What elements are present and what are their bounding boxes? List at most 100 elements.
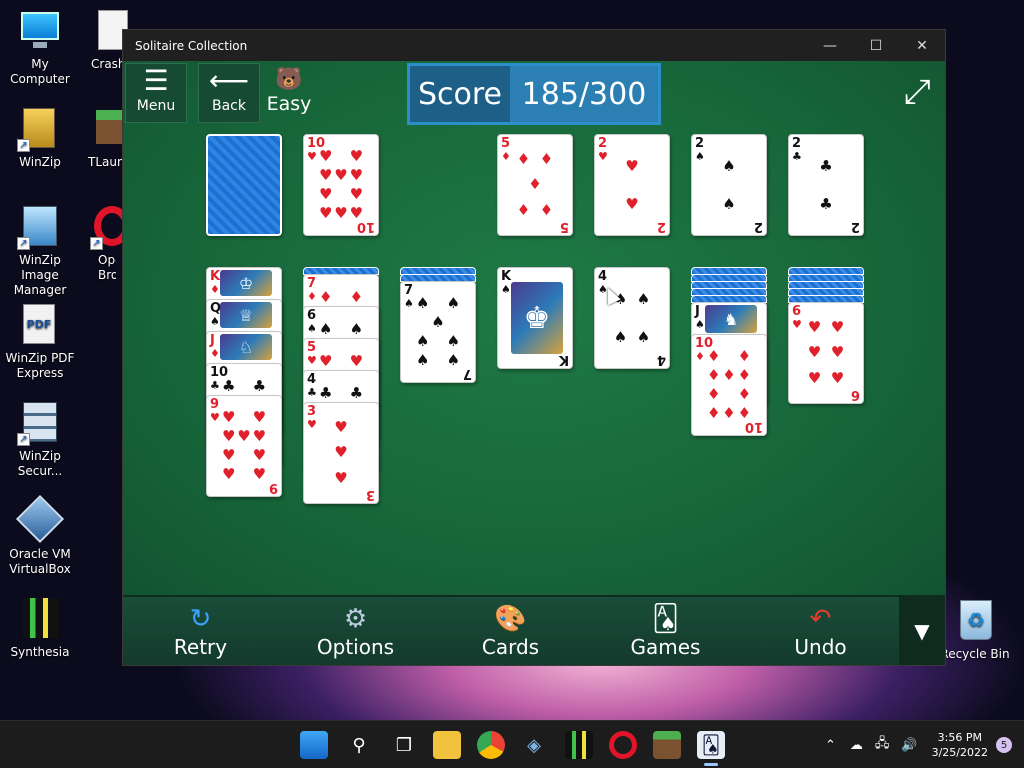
arrow-left-icon: ⟵: [208, 64, 250, 97]
notification-badge[interactable]: 5: [996, 737, 1012, 753]
waste-card[interactable]: 10 ♥ ♥ ♥ ♥ ♥ ♥ ♥ ♥ ♥ ♥ ♥ 10: [303, 134, 379, 236]
cloud-icon[interactable]: ☁: [850, 738, 863, 753]
card-rank-bottom: K: [558, 352, 569, 367]
card-pips: ♥ ♥ ♥: [334, 418, 348, 487]
card-rank-bottom: 2: [850, 219, 860, 234]
winzip-icon: ↗: [17, 106, 63, 152]
hamburger-icon: ☰: [143, 64, 169, 97]
tableau-card[interactable]: 3 ♥ ♥ ♥ ♥ 3: [303, 402, 379, 504]
desktop-icon-label: Synthesia: [10, 645, 70, 659]
desktop-icon-my-computer[interactable]: My Computer: [0, 8, 80, 87]
card-rank: 2 ♠: [695, 136, 705, 163]
king-face-icon: ♔: [220, 270, 272, 296]
gear-icon: ⚙: [343, 604, 368, 634]
tableau-card[interactable]: 10 ♦ ♦ ♦ ♦ ♦ ♦ ♦ ♦ ♦ ♦ ♦ 10: [691, 334, 767, 436]
games-button[interactable]: 🂡 Games: [588, 597, 743, 665]
fullscreen-icon[interactable]: ⤢: [904, 75, 931, 109]
undo-button[interactable]: ↶ Undo: [743, 597, 898, 665]
foundation-4[interactable]: 2 ♣ ♣ ♣ 2: [788, 134, 864, 236]
opera-taskbar-icon[interactable]: [609, 731, 637, 759]
desktop-icon-virtualbox[interactable]: Oracle VM VirtualBox: [0, 494, 80, 577]
menu-button[interactable]: ☰ Menu: [125, 63, 187, 123]
retry-label: Retry: [173, 635, 228, 659]
queen-face-icon: ♕: [220, 302, 272, 328]
desktop-icon-winzip-pdf-express[interactable]: PDF WinZip PDF Express: [0, 302, 80, 381]
cards-button[interactable]: 🎨 Cards: [433, 597, 588, 665]
desktop-icon-label: WinZip Secur...: [17, 449, 63, 478]
jack-face-icon: ♞: [705, 305, 757, 333]
recycle-bin-icon: ♻: [952, 598, 998, 644]
card-pips: ♣ ♣: [221, 376, 267, 395]
synthesia-icon: [17, 596, 63, 642]
card-pips: ♥ ♥: [318, 351, 364, 370]
card-pips: ♥ ♥ ♥ ♥ ♥ ♥: [807, 318, 845, 387]
solitaire-taskbar-icon[interactable]: 🂡: [697, 731, 725, 759]
back-button[interactable]: ⟵ Back: [198, 63, 260, 123]
clock[interactable]: 3:56 PM 3/25/2022: [932, 730, 988, 760]
score-panel: Score 185/300: [407, 63, 661, 125]
tableau-card[interactable]: 6 ♥ ♥ ♥ ♥ ♥ ♥ ♥ 6: [788, 302, 864, 404]
minecraft-taskbar-icon[interactable]: [653, 731, 681, 759]
chrome-icon[interactable]: [477, 731, 505, 759]
card-rank: 6 ♠: [307, 308, 317, 335]
card-rank: 5 ♥: [307, 340, 317, 367]
foundation-2[interactable]: 2 ♥ ♥ ♥ 2: [594, 134, 670, 236]
desktop-icon-winzip-image-manager[interactable]: ↗ WinZip Image Manager: [0, 204, 80, 298]
close-button[interactable]: ✕: [899, 30, 945, 61]
desktop-icon-label: WinZip: [19, 155, 61, 169]
task-view-icon[interactable]: ❐: [390, 731, 418, 759]
chevron-up-icon[interactable]: ⌃: [825, 738, 836, 753]
desktop-icon-winzip-secure[interactable]: ↗ WinZip Secur...: [0, 400, 80, 479]
polar-bear-icon: 🐻: [275, 67, 303, 92]
chevron-down-icon[interactable]: ▼: [899, 597, 945, 665]
card-rank: 7 ♦: [307, 276, 317, 303]
score-label: Score: [417, 76, 503, 112]
card-pips: ♠ ♠: [722, 156, 736, 213]
stock-pile[interactable]: [206, 134, 282, 236]
card-rank-bottom: 3: [365, 487, 375, 502]
card-rank: 2 ♣: [792, 136, 802, 163]
tableau-card[interactable]: K ♠ ♚ K: [497, 267, 573, 369]
card-rank-bottom: 4: [656, 352, 666, 367]
foundation-3[interactable]: 2 ♠ ♠ ♠ 2: [691, 134, 767, 236]
virtualbox-taskbar-icon[interactable]: ◈: [520, 731, 548, 759]
desktop-icon-label: WinZip Image Manager: [13, 253, 67, 297]
game-board: ☰ Menu ⟵ Back 🐻 Easy Score 185/300 ⤢ 10 ♥…: [123, 61, 945, 595]
card-pips: ♠ ♠: [318, 319, 364, 338]
desktop-icon-winzip[interactable]: ↗ WinZip: [0, 106, 80, 170]
card-rank: J ♠: [695, 304, 705, 331]
card-rank: 5 ♦: [501, 136, 511, 163]
desktop-icon-crash[interactable]: Crash...: [74, 8, 137, 72]
tableau-card[interactable]: 7 ♠ ♠ ♠ ♠ ♠ ♠ ♠ ♠ 7: [400, 281, 476, 383]
desktop-icon-synthesia[interactable]: Synthesia: [0, 596, 80, 660]
desktop-icon-opera[interactable]: ↗ Ope... Brow...: [86, 204, 130, 283]
undo-label: Undo: [794, 635, 847, 659]
score-value: 185/300: [510, 66, 658, 122]
options-button[interactable]: ⚙ Options: [278, 597, 433, 665]
cards-label: Cards: [481, 635, 540, 659]
synthesia-taskbar-icon[interactable]: [565, 731, 593, 759]
desktop-icon-tlauncher[interactable]: TLaun...: [74, 106, 136, 170]
volume-icon[interactable]: 🔊: [901, 738, 917, 753]
palette-icon: 🎨: [494, 604, 527, 634]
minimize-button[interactable]: —: [807, 30, 853, 61]
difficulty-indicator: 🐻 Easy: [266, 67, 312, 115]
network-icon[interactable]: 🖧: [875, 734, 890, 756]
desktop-icon-label: My Computer: [10, 57, 70, 86]
retry-button[interactable]: ↻ Retry: [123, 597, 278, 665]
card-pips: ♥ ♥ ♥ ♥ ♥ ♥ ♥ ♥ ♥ ♥: [318, 147, 364, 222]
desktop-icon-recycle-bin[interactable]: ♻ Recycle Bin: [937, 598, 1013, 662]
tableau-card[interactable]: 4 ♠ ♠ ♠ ♠ ♠ 4: [594, 267, 670, 369]
file-explorer-icon[interactable]: [433, 731, 461, 759]
window-titlebar[interactable]: Solitaire Collection — ☐ ✕: [123, 30, 945, 61]
card-pips: ♣ ♣: [318, 383, 364, 402]
card-rank-bottom: 2: [753, 219, 763, 234]
back-label: Back: [212, 98, 246, 114]
tableau-card[interactable]: 9 ♥ ♥ ♥ ♥ ♥ ♥ ♥ ♥ ♥ ♥ 9: [206, 395, 282, 497]
maximize-button[interactable]: ☐: [853, 30, 899, 61]
foundation-1[interactable]: 5 ♦ ♦ ♦ ♦ ♦ ♦ 5: [497, 134, 573, 236]
search-icon[interactable]: ⚲: [345, 731, 373, 759]
card-rank: 6 ♥: [792, 304, 802, 331]
card-rank: 2 ♥: [598, 136, 608, 163]
start-windows-icon[interactable]: [300, 731, 328, 759]
